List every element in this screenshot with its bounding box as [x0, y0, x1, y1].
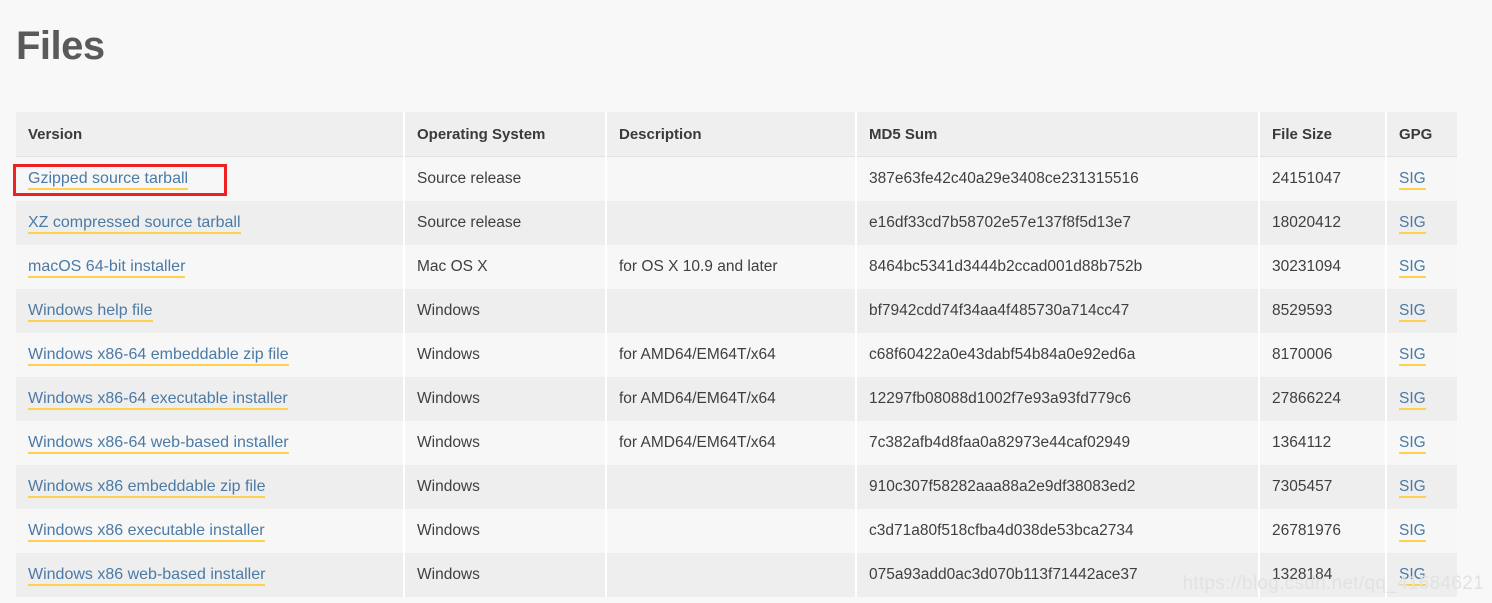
version-download-link[interactable]: macOS 64-bit installer [28, 258, 186, 278]
cell-md5-sum: 12297fb08088d1002f7e93a93fd779c6 [856, 377, 1260, 421]
cell-gpg: SIG [1386, 289, 1457, 333]
table-row: Windows x86 embeddable zip file Windows 91… [16, 465, 1457, 509]
cell-md5-sum: c3d71a80f518cfba4d038de53bca2734 [856, 509, 1260, 553]
cell-description: for AMD64/EM64T/x64 [606, 421, 857, 465]
table-row: Windows x86 executable installer Windows c… [16, 509, 1457, 553]
cell-description [606, 553, 857, 597]
version-download-link[interactable]: Windows x86 web-based installer [28, 566, 266, 586]
cell-md5-sum: 7c382afb4d8faa0a82973e44caf02949 [856, 421, 1260, 465]
cell-operating-system: Source release [404, 156, 607, 201]
files-table: Version Operating System Description MD5… [16, 112, 1457, 597]
cell-operating-system: Windows [404, 289, 607, 333]
version-download-link[interactable]: Windows help file [28, 302, 153, 322]
cell-description: for AMD64/EM64T/x64 [606, 377, 857, 421]
version-download-link[interactable]: Windows x86-64 embeddable zip file [28, 346, 289, 366]
cell-description [606, 289, 857, 333]
cell-version: Windows x86-64 web-based installer [16, 421, 405, 465]
cell-file-size: 8170006 [1259, 333, 1387, 377]
cell-md5-sum: 8464bc5341d3444b2ccad001d88b752b [856, 245, 1260, 289]
cell-description [606, 156, 857, 201]
version-download-link[interactable]: Gzipped source tarball [28, 170, 189, 190]
cell-version: Windows x86-64 executable installer [16, 377, 405, 421]
table-row: macOS 64-bit installer Mac OS Xfor OS X 1… [16, 245, 1457, 289]
cell-file-size: 18020412 [1259, 201, 1387, 245]
cell-file-size: 1364112 [1259, 421, 1387, 465]
cell-gpg: SIG [1386, 156, 1457, 201]
cell-description: for OS X 10.9 and later [606, 245, 857, 289]
cell-gpg: SIG [1386, 465, 1457, 509]
table-header: Version Operating System Description MD5… [16, 112, 1457, 157]
gpg-signature-link[interactable]: SIG [1399, 522, 1426, 542]
cell-operating-system: Windows [404, 421, 607, 465]
cell-md5-sum: bf7942cdd74f34aa4f485730a714cc47 [856, 289, 1260, 333]
cell-md5-sum: c68f60422a0e43dabf54b84a0e92ed6a [856, 333, 1260, 377]
cell-gpg: SIG [1386, 333, 1457, 377]
cell-operating-system: Windows [404, 377, 607, 421]
cell-file-size: 24151047 [1259, 156, 1387, 201]
column-header-gpg: GPG [1386, 112, 1457, 157]
cell-version: Gzipped source tarball [16, 156, 405, 201]
cell-operating-system: Source release [404, 201, 607, 245]
table-header-row: Version Operating System Description MD5… [16, 112, 1457, 157]
cell-md5-sum: e16df33cd7b58702e57e137f8f5d13e7 [856, 201, 1260, 245]
version-download-link[interactable]: XZ compressed source tarball [28, 214, 241, 234]
version-download-link[interactable]: Windows x86 embeddable zip file [28, 478, 266, 498]
cell-description [606, 509, 857, 553]
cell-file-size: 8529593 [1259, 289, 1387, 333]
gpg-signature-link[interactable]: SIG [1399, 214, 1426, 234]
version-download-link[interactable]: Windows x86-64 web-based installer [28, 434, 289, 454]
files-page: Files Version Operating System Descripti… [0, 0, 1492, 603]
watermark: https://blog.csdn.net/qq_41684621 [1182, 573, 1484, 594]
cell-version: Windows x86 embeddable zip file [16, 465, 405, 509]
cell-version: XZ compressed source tarball [16, 201, 405, 245]
gpg-signature-link[interactable]: SIG [1399, 478, 1426, 498]
column-header-md5: MD5 Sum [856, 112, 1260, 157]
cell-file-size: 7305457 [1259, 465, 1387, 509]
table-row: Windows x86-64 executable installer Windo… [16, 377, 1457, 421]
gpg-signature-link[interactable]: SIG [1399, 170, 1426, 190]
cell-file-size: 26781976 [1259, 509, 1387, 553]
cell-md5-sum: 910c307f58282aaa88a2e9df38083ed2 [856, 465, 1260, 509]
cell-gpg: SIG [1386, 245, 1457, 289]
cell-gpg: SIG [1386, 201, 1457, 245]
cell-gpg: SIG [1386, 509, 1457, 553]
gpg-signature-link[interactable]: SIG [1399, 258, 1426, 278]
table-row: Windows x86-64 embeddable zip file Window… [16, 333, 1457, 377]
cell-operating-system: Windows [404, 553, 607, 597]
gpg-signature-link[interactable]: SIG [1399, 302, 1426, 322]
version-download-link[interactable]: Windows x86 executable installer [28, 522, 265, 542]
cell-file-size: 30231094 [1259, 245, 1387, 289]
cell-operating-system: Windows [404, 509, 607, 553]
column-header-os: Operating System [404, 112, 607, 157]
column-header-description: Description [606, 112, 857, 157]
column-header-filesize: File Size [1259, 112, 1387, 157]
table-body: Gzipped source tarball Source release 387e… [16, 156, 1457, 597]
cell-file-size: 27866224 [1259, 377, 1387, 421]
cell-version: macOS 64-bit installer [16, 245, 405, 289]
gpg-signature-link[interactable]: SIG [1399, 434, 1426, 454]
table-row: Gzipped source tarball Source release 387e… [16, 156, 1457, 201]
cell-version: Windows x86-64 embeddable zip file [16, 333, 405, 377]
gpg-signature-link[interactable]: SIG [1399, 390, 1426, 410]
cell-operating-system: Windows [404, 333, 607, 377]
cell-version: Windows help file [16, 289, 405, 333]
cell-description [606, 465, 857, 509]
cell-operating-system: Mac OS X [404, 245, 607, 289]
gpg-signature-link[interactable]: SIG [1399, 346, 1426, 366]
version-download-link[interactable]: Windows x86-64 executable installer [28, 390, 288, 410]
cell-operating-system: Windows [404, 465, 607, 509]
table-row: XZ compressed source tarball Source relea… [16, 201, 1457, 245]
cell-md5-sum: 387e63fe42c40a29e3408ce231315516 [856, 156, 1260, 201]
cell-description [606, 201, 857, 245]
table-row: Windows x86-64 web-based installer Window… [16, 421, 1457, 465]
cell-version: Windows x86 web-based installer [16, 553, 405, 597]
cell-version: Windows x86 executable installer [16, 509, 405, 553]
cell-description: for AMD64/EM64T/x64 [606, 333, 857, 377]
cell-gpg: SIG [1386, 421, 1457, 465]
files-table-container: Version Operating System Description MD5… [16, 112, 1457, 597]
cell-gpg: SIG [1386, 377, 1457, 421]
page-title: Files [16, 24, 105, 68]
column-header-version: Version [16, 112, 405, 157]
table-row: Windows help file Windows bf7942cdd74f34aa… [16, 289, 1457, 333]
